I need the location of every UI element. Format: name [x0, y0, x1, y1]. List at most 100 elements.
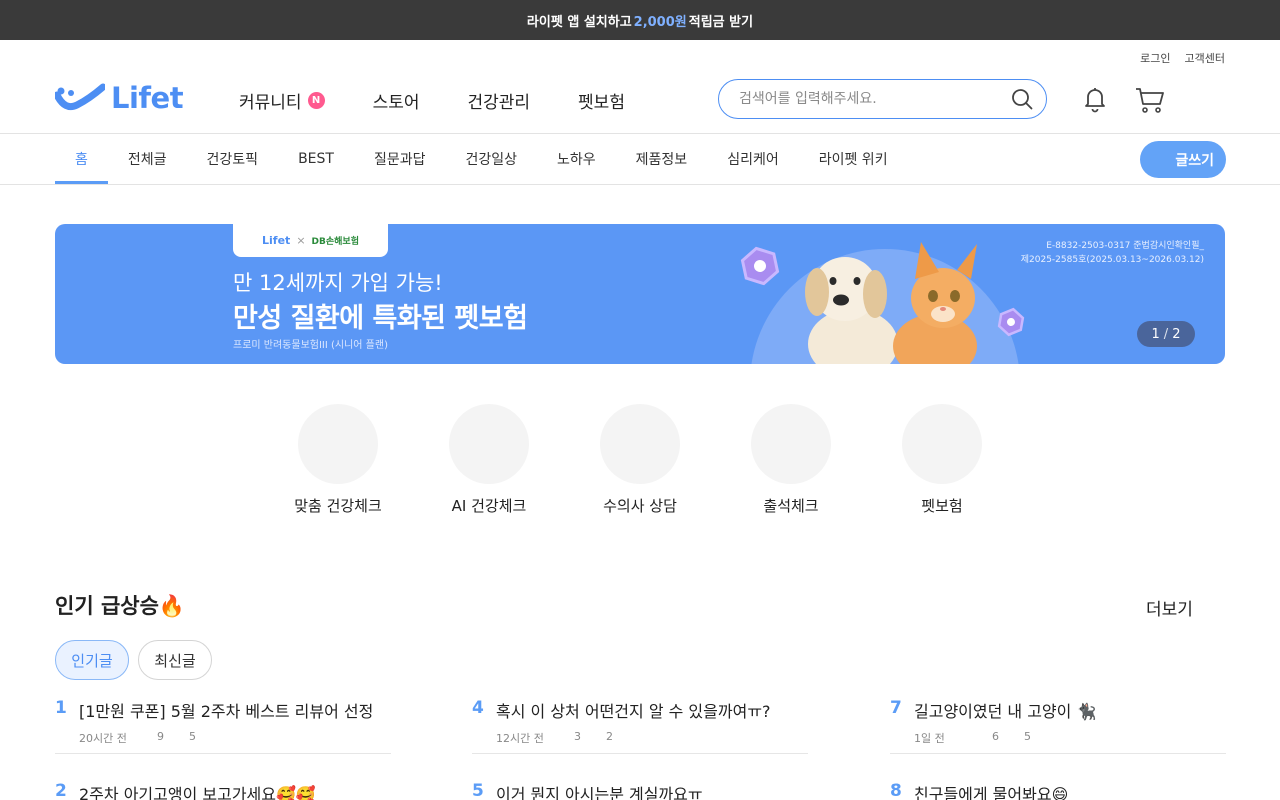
- new-badge: N: [307, 92, 325, 109]
- post-title: 이거 뭔지 아시는분 계실까요ㅠ: [496, 785, 703, 800]
- subnav-best[interactable]: BEST: [278, 134, 354, 184]
- banner-title: 만성 질환에 특화된 펫보험: [233, 303, 528, 334]
- post-title: 2주차 아기고앵이 보고가세요🥰🥰: [79, 785, 316, 800]
- quick-icon-placeholder: [902, 404, 982, 484]
- post-comments: 6: [992, 730, 999, 743]
- nav-community-label: 커뮤니티: [239, 93, 302, 113]
- subnav-knowhow[interactable]: 노하우: [537, 134, 616, 184]
- post-time: 1일 전: [914, 732, 945, 745]
- pager-total: 2: [1172, 326, 1181, 342]
- logo-text: Lifet: [111, 81, 184, 115]
- search-box: [718, 79, 1047, 119]
- post-meta: 20시간 전 9 5: [79, 730, 196, 746]
- post-title: 혹시 이 상처 어떤건지 알 수 있을까여ㅠ?: [496, 702, 771, 721]
- subnav-product-info[interactable]: 제품정보: [616, 134, 708, 184]
- search-icon[interactable]: [1010, 87, 1034, 111]
- tab-popular[interactable]: 인기글: [55, 640, 129, 680]
- more-link[interactable]: 더보기: [1146, 595, 1193, 620]
- notification-bell-icon[interactable]: [1081, 85, 1109, 113]
- quick-pet-insurance[interactable]: 펫보험: [882, 404, 1002, 516]
- nav-health-label: 건강관리: [467, 93, 531, 113]
- subnav-wiki[interactable]: 라이펫 위키: [799, 134, 908, 184]
- subnav-health-daily[interactable]: 건강일상: [445, 134, 537, 184]
- quick-custom-health-check[interactable]: 맞춤 건강체크: [278, 404, 398, 516]
- chip-x-text: ×: [296, 234, 306, 247]
- post-rank: 1: [55, 698, 67, 718]
- banner-partner-chip: Lifet × DB손해보험: [233, 224, 388, 257]
- chip-lifet-text: Lifet: [262, 234, 291, 247]
- nav-store[interactable]: 스토어: [373, 88, 420, 113]
- post-likes: 2: [606, 730, 613, 743]
- chip-partner-text: DB손해보험: [311, 237, 359, 247]
- main-nav: 커뮤니티 N 스토어 건강관리 펫보험: [239, 88, 673, 113]
- promo-bar[interactable]: 라이펫 앱 설치하고 2,000원 적립금 받기: [0, 0, 1280, 40]
- nav-insurance-label: 펫보험: [578, 93, 625, 113]
- pager-current: 1: [1151, 326, 1160, 342]
- pager-separator: /: [1163, 326, 1169, 342]
- post-comments: 3: [574, 730, 581, 743]
- quick-ai-health-check[interactable]: AI 건강체크: [429, 404, 549, 516]
- promo-prefix: 라이펫 앱 설치하고: [526, 14, 632, 30]
- write-post-button[interactable]: 글쓰기: [1140, 141, 1226, 178]
- quick-icon-placeholder: [298, 404, 378, 484]
- subnav-qna[interactable]: 질문과답: [354, 134, 446, 184]
- post-rank: 2: [55, 781, 67, 800]
- utility-links: 로그인 고객센터: [1140, 50, 1225, 66]
- post-title: 길고양이였던 내 고양이 🐈‍⬛: [914, 702, 1097, 721]
- logo-mark-icon: [55, 83, 105, 111]
- subnav-all[interactable]: 전체글: [108, 134, 187, 184]
- quick-attendance[interactable]: 출석체크: [731, 404, 851, 516]
- post-title: [1만원 쿠폰] 5월 2주차 베스트 리뷰어 선정: [79, 702, 374, 721]
- logo[interactable]: Lifet: [55, 80, 184, 116]
- login-link[interactable]: 로그인: [1140, 50, 1170, 66]
- post-divider: [55, 753, 391, 754]
- cart-icon[interactable]: [1134, 85, 1166, 115]
- pets-illustration-icon: [740, 242, 1025, 364]
- quick-icon-placeholder: [751, 404, 831, 484]
- post-divider: [890, 753, 1226, 754]
- quick-label: 수의사 상담: [603, 497, 677, 515]
- banner-product: 프로미 반려동물보험III (시니어 플랜): [233, 340, 388, 351]
- tab-latest[interactable]: 최신글: [138, 640, 212, 680]
- subnav-divider: [0, 184, 1280, 185]
- quick-vet-consult[interactable]: 수의사 상담: [580, 404, 700, 516]
- post-time: 12시간 전: [496, 732, 544, 745]
- quick-icon-placeholder: [449, 404, 529, 484]
- nav-insurance[interactable]: 펫보험: [578, 88, 625, 113]
- post-title: 친구들에게 물어봐요😄: [914, 785, 1069, 800]
- post-rank: 4: [472, 698, 484, 718]
- promo-banner[interactable]: Lifet × DB손해보험 만 12세까지 가입 가능! 만성 질환에 특화된…: [55, 224, 1225, 364]
- post-meta: 12시간 전 3 2: [496, 730, 613, 746]
- post-likes: 5: [189, 730, 196, 743]
- post-time: 20시간 전: [79, 732, 127, 745]
- community-subnav: 홈 전체글 건강토픽 BEST 질문과답 건강일상 노하우 제품정보 심리케어 …: [55, 134, 908, 184]
- post-meta: 1일 전 6 5: [914, 730, 1031, 746]
- banner-legal-line1: E-8832-2503-0317 준법감시인확인필_: [1046, 241, 1204, 251]
- search-input[interactable]: [739, 91, 1010, 107]
- post-rank: 5: [472, 781, 484, 800]
- post-rank: 7: [890, 698, 902, 718]
- post-likes: 5: [1024, 730, 1031, 743]
- support-link[interactable]: 고객센터: [1185, 50, 1225, 66]
- section-title-popular: 인기 급상승🔥: [55, 594, 186, 618]
- promo-suffix: 적립금 받기: [688, 14, 754, 30]
- banner-pager: 1 / 2: [1137, 321, 1195, 347]
- quick-label: 펫보험: [921, 497, 963, 515]
- banner-legal: E-8832-2503-0317 준법감시인확인필_ 제2025-2585호(2…: [1021, 239, 1204, 267]
- quick-label: 출석체크: [763, 497, 819, 515]
- subnav-mental-care[interactable]: 심리케어: [707, 134, 799, 184]
- quick-icon-placeholder: [600, 404, 680, 484]
- nav-health[interactable]: 건강관리: [467, 88, 530, 113]
- post-comments: 9: [157, 730, 164, 743]
- banner-legal-line2: 제2025-2585호(2025.03.13~2026.03.12): [1020, 255, 1204, 265]
- post-divider: [472, 753, 808, 754]
- post-rank: 8: [890, 781, 902, 800]
- quick-label: AI 건강체크: [451, 497, 527, 515]
- banner-subtitle: 만 12세까지 가입 가능!: [233, 271, 443, 295]
- nav-store-label: 스토어: [372, 93, 420, 113]
- subnav-health-topic[interactable]: 건강토픽: [187, 134, 279, 184]
- nav-community[interactable]: 커뮤니티 N: [239, 88, 325, 113]
- quick-label: 맞춤 건강체크: [294, 497, 382, 515]
- promo-amount: 2,000원: [633, 14, 687, 30]
- subnav-home[interactable]: 홈: [55, 134, 108, 184]
